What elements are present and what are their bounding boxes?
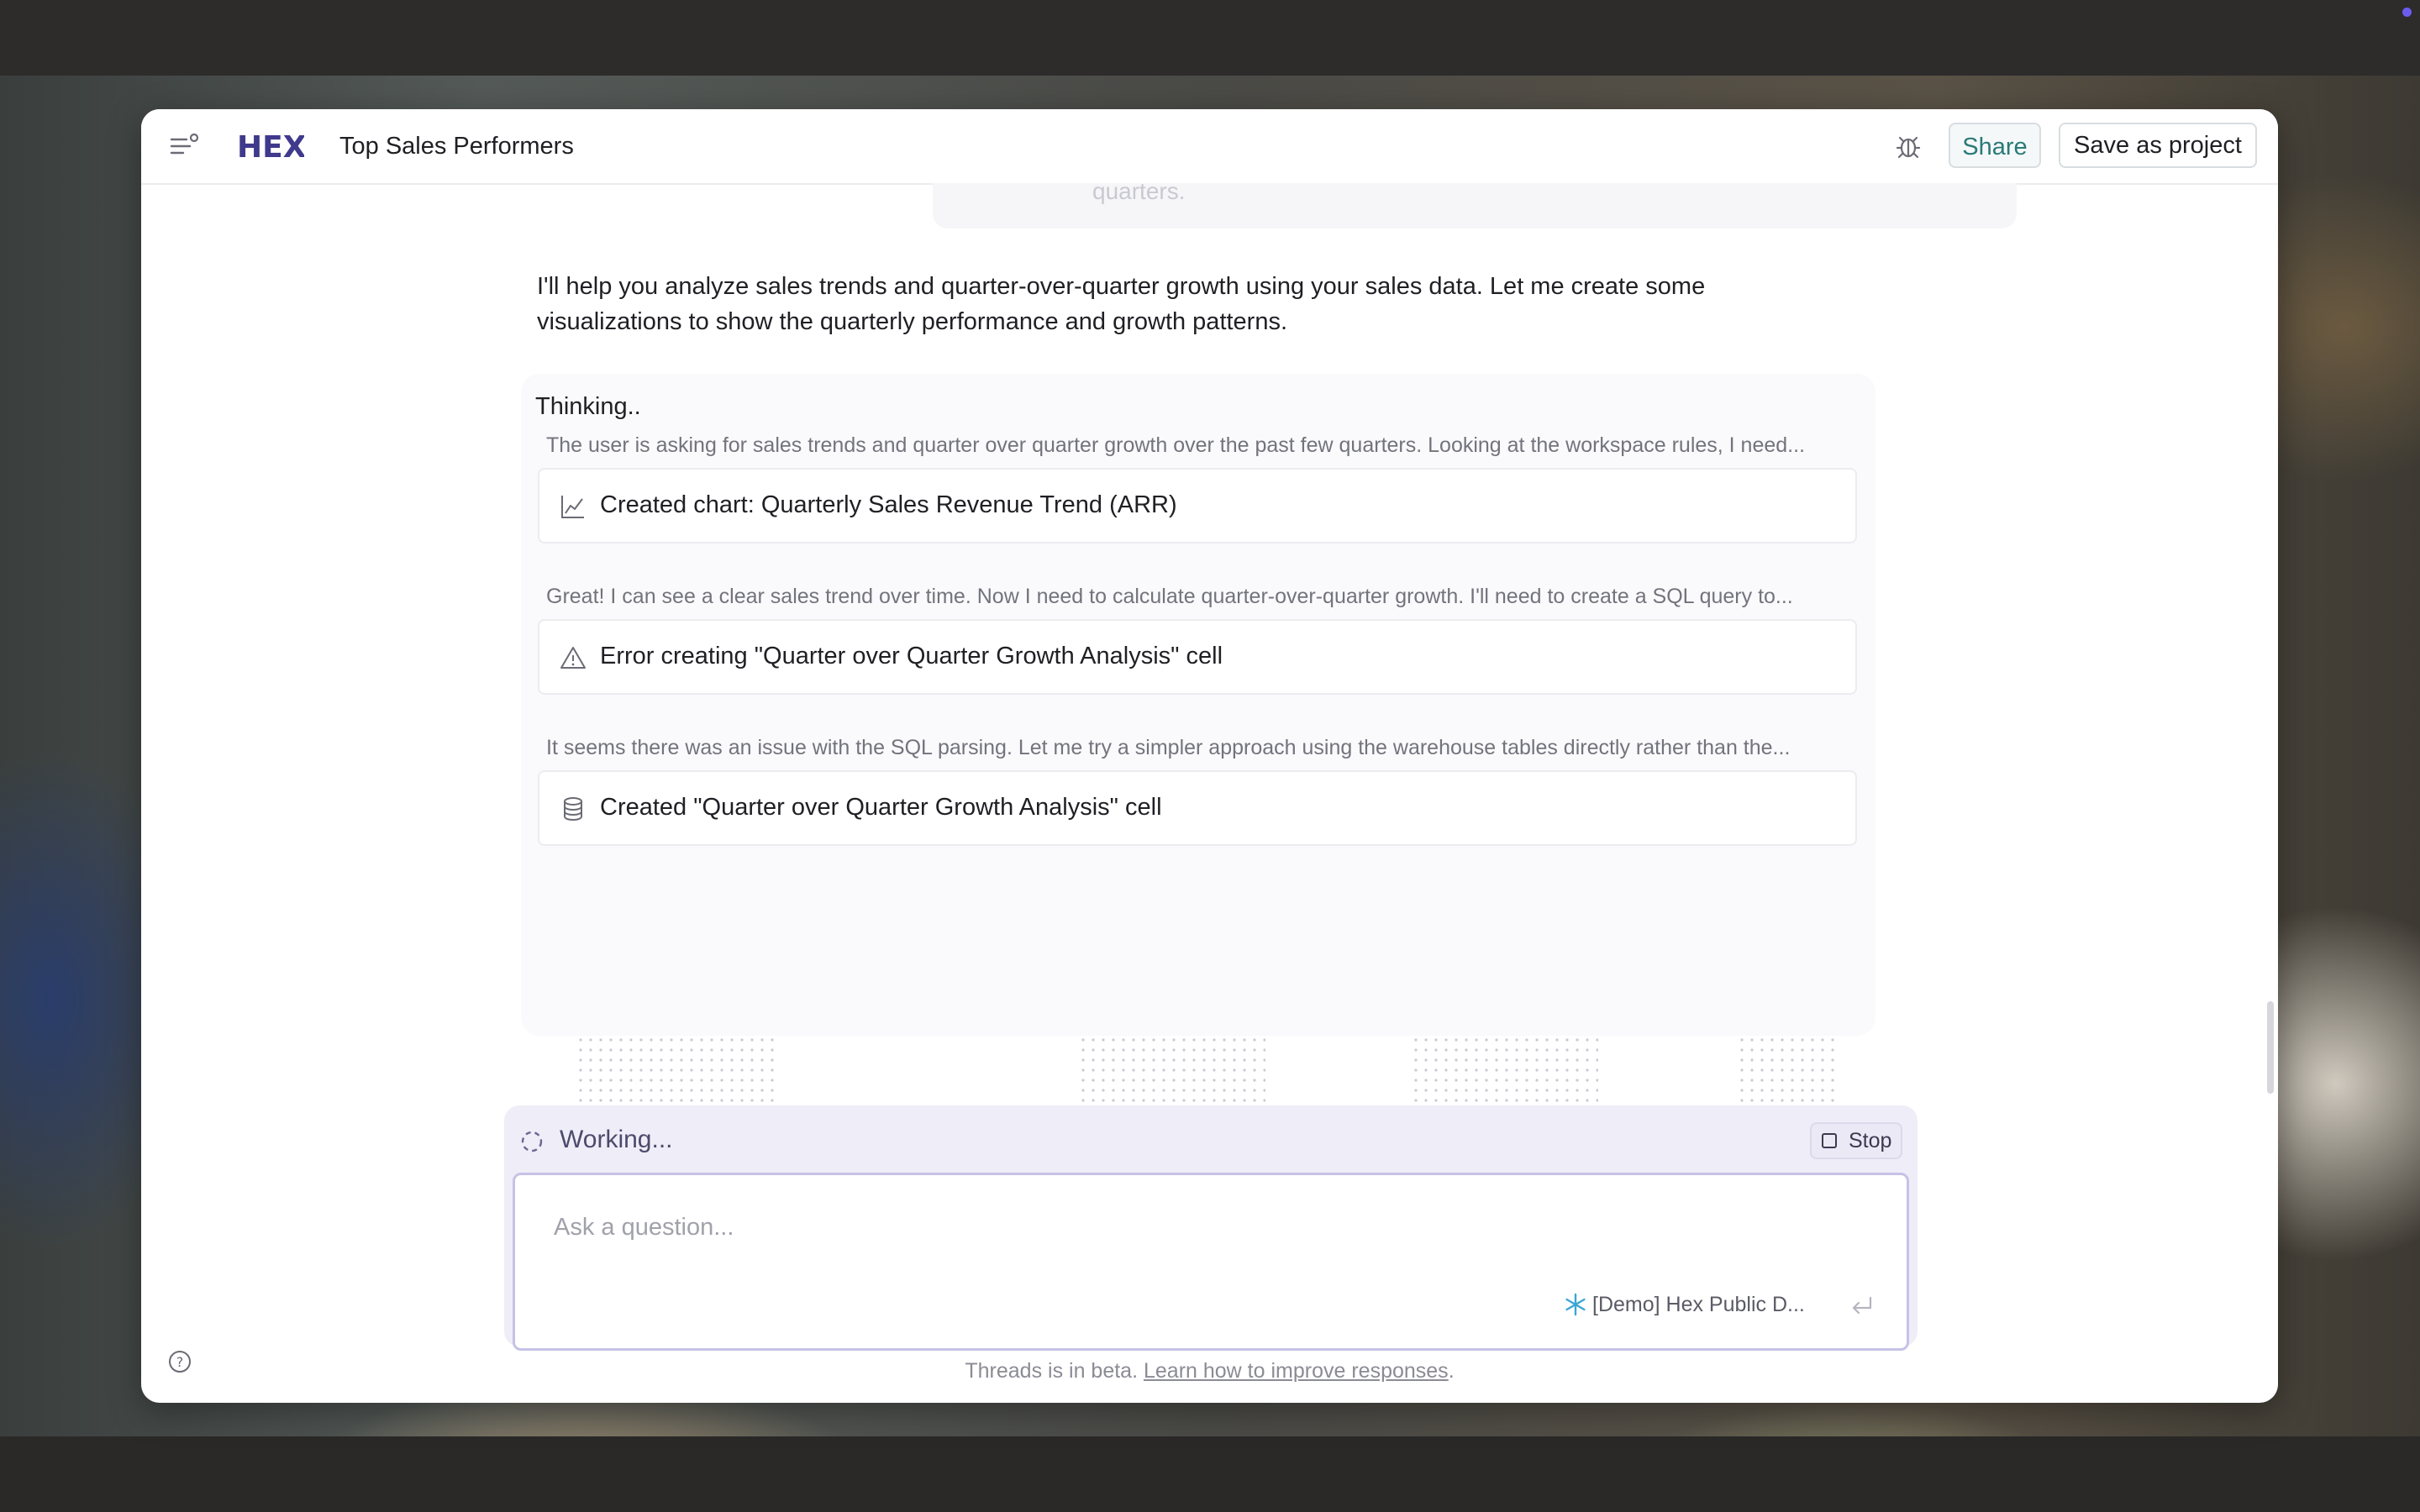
line-chart-icon bbox=[561, 496, 584, 518]
warning-icon bbox=[560, 647, 586, 669]
app-window: HEX Top Sales Performers Share Save as p… bbox=[141, 109, 2278, 1403]
loading-dots-pattern bbox=[1081, 1037, 1265, 1105]
bug-icon[interactable] bbox=[1893, 131, 1923, 161]
learn-more-link[interactable]: Learn how to improve responses bbox=[1144, 1359, 1449, 1383]
thought-summary: The user is asking for sales trends and … bbox=[546, 433, 1806, 457]
submit-enter-icon[interactable] bbox=[1849, 1294, 1875, 1318]
step-label: Error creating "Quarter over Quarter Gro… bbox=[600, 643, 1223, 669]
beta-text: Threads is in beta. bbox=[965, 1359, 1139, 1383]
snowflake-icon bbox=[1565, 1293, 1586, 1316]
database-icon bbox=[564, 797, 582, 822]
composer: Working... Stop Ask a question... [Demo]… bbox=[504, 1105, 1918, 1351]
thinking-panel: Thinking.. The user is asking for sales … bbox=[521, 374, 1876, 1105]
sidebar-menu-icon[interactable] bbox=[170, 133, 200, 160]
step-label: Created chart: Quarterly Sales Revenue T… bbox=[600, 491, 1177, 518]
assistant-intro-text: I'll help you analyze sales trends and q… bbox=[537, 273, 1706, 335]
data-source-label: [Demo] Hex Public D... bbox=[1592, 1293, 1805, 1316]
desktop-top-bar bbox=[0, 0, 2420, 76]
period: . bbox=[1448, 1359, 1455, 1383]
share-button[interactable]: Share bbox=[1949, 123, 2041, 168]
scrollbar-thumb[interactable] bbox=[2267, 1001, 2274, 1094]
app-header: HEX Top Sales Performers Share Save as p… bbox=[141, 109, 2278, 185]
step-created-chart[interactable]: Created chart: Quarterly Sales Revenue T… bbox=[538, 468, 1857, 543]
thought-summary: Great! I can see a clear sales trend ove… bbox=[546, 585, 1793, 608]
thought-summary: It seems there was an issue with the SQL… bbox=[546, 736, 1791, 759]
previous-message-text: quarters. bbox=[1092, 183, 1186, 204]
loading-dots-pattern bbox=[1413, 1037, 1598, 1105]
recording-indicator bbox=[2402, 8, 2412, 17]
loading-dots-pattern bbox=[1739, 1037, 1840, 1105]
question-input[interactable]: Ask a question... [Demo] Hex Public D... bbox=[513, 1173, 1909, 1351]
working-status: Working... bbox=[560, 1126, 673, 1153]
step-error[interactable]: Error creating "Quarter over Quarter Gro… bbox=[538, 619, 1857, 695]
data-source-selector[interactable]: [Demo] Hex Public D... bbox=[1564, 1293, 1805, 1321]
page-title[interactable]: Top Sales Performers bbox=[339, 129, 574, 163]
stop-button[interactable]: Stop bbox=[1810, 1122, 1902, 1159]
stop-label: Stop bbox=[1849, 1129, 1892, 1152]
desktop-bottom-bar bbox=[0, 1436, 2420, 1512]
spinner-icon bbox=[521, 1131, 543, 1152]
step-label: Created "Quarter over Quarter Growth Ana… bbox=[600, 794, 1162, 821]
svg-text:HEX: HEX bbox=[237, 130, 304, 163]
save-as-project-button[interactable]: Save as project bbox=[2059, 123, 2257, 168]
loading-dots-pattern bbox=[578, 1037, 780, 1105]
thinking-title[interactable]: Thinking.. bbox=[535, 393, 641, 421]
previous-user-message: quarters. bbox=[933, 183, 2017, 228]
step-created-cell[interactable]: Created "Quarter over Quarter Growth Ana… bbox=[538, 770, 1857, 846]
hex-logo[interactable]: HEX bbox=[237, 129, 304, 163]
stop-icon bbox=[1822, 1133, 1837, 1148]
beta-note: Threads is in beta. Learn how to improve… bbox=[141, 1359, 2278, 1383]
question-placeholder: Ask a question... bbox=[554, 1214, 734, 1241]
